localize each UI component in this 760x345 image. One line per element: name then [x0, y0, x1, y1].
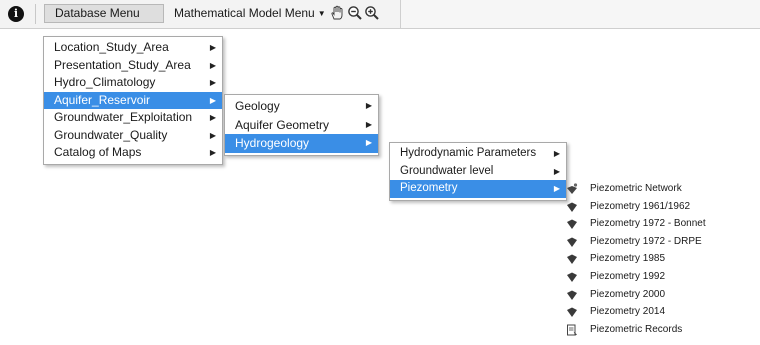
- menu-item-aquifer-reservoir[interactable]: Aquifer_Reservoir ▶: [44, 91, 222, 109]
- database-menu-button[interactable]: Database Menu: [44, 4, 164, 23]
- submenu-arrow-icon: ▶: [553, 166, 560, 176]
- layer-item-label: Piezometry 1992: [590, 270, 666, 282]
- layer-item-piezometric-records[interactable]: Piezometric Records: [562, 321, 760, 339]
- network-icon: [566, 183, 578, 195]
- layer-icon: [566, 201, 578, 213]
- piezometry-layer-list: Piezometric Network Piezometry 1961/1962…: [562, 180, 760, 338]
- submenu-arrow-icon: ▶: [209, 60, 216, 70]
- layer-item-label: Piezometric Records: [590, 323, 683, 335]
- menu-item-label: Hydrogeology: [235, 136, 310, 150]
- submenu-arrow-icon: ▶: [553, 184, 560, 193]
- menu-item-label: Aquifer_Reservoir: [54, 92, 151, 107]
- layer-item-piezometry-1992[interactable]: Piezometry 1992: [562, 268, 760, 286]
- menu-item-label: Groundwater level: [400, 164, 494, 177]
- toolbar: i Database Menu Mathematical Model Menu ▼: [0, 0, 760, 29]
- layer-item-label: Piezometry 2000: [590, 288, 666, 300]
- layer-icon: [566, 289, 578, 301]
- layer-item-label: Piezometry 1985: [590, 253, 666, 265]
- layer-icon: [566, 271, 578, 283]
- menu-item-hydrodynamic-parameters[interactable]: Hydrodynamic Parameters ▶: [390, 145, 566, 163]
- layer-item-label: Piezometry 1972 - Bonnet: [590, 218, 706, 230]
- menu-item-label: Hydro_Climatology: [54, 75, 156, 89]
- layer-item-piezometric-network[interactable]: Piezometric Network: [562, 180, 760, 198]
- layer-item-label: Piezometric Network: [590, 183, 682, 194]
- submenu-arrow-icon: ▶: [209, 78, 216, 87]
- layer-item-label: Piezometry 1972 - DRPE: [590, 235, 702, 247]
- submenu-arrow-icon: ▶: [365, 101, 372, 110]
- menu-item-label: Geology: [235, 99, 280, 113]
- pan-hand-icon[interactable]: [329, 5, 345, 21]
- menu-item-geology[interactable]: Geology ▶: [225, 97, 378, 116]
- toolbar-separator: [35, 4, 36, 24]
- submenu-arrow-icon: ▶: [209, 148, 216, 157]
- menu-item-label: Groundwater_Exploitation: [54, 110, 193, 124]
- aquifer-reservoir-submenu: Geology ▶ Aquifer Geometry ▶ Hydrogeology ▶: [224, 94, 379, 156]
- layer-icon: [566, 218, 578, 230]
- menu-item-location-study-area[interactable]: Location_Study_Area ▶: [44, 39, 222, 57]
- records-icon: [566, 324, 578, 336]
- submenu-arrow-icon: ▶: [209, 95, 216, 105]
- layer-icon: [566, 306, 578, 318]
- layer-item-label: Piezometry 1961/1962: [590, 200, 691, 212]
- layer-icon: [566, 253, 578, 265]
- menu-item-groundwater-exploitation[interactable]: Groundwater_Exploitation ▶: [44, 109, 222, 127]
- layer-icon: [566, 236, 578, 248]
- zoom-out-icon[interactable]: [347, 5, 363, 21]
- menu-item-label: Location_Study_Area: [54, 40, 169, 54]
- layer-item-label: Piezometry 2014: [590, 306, 666, 318]
- submenu-arrow-icon: ▶: [365, 138, 372, 147]
- submenu-arrow-icon: ▶: [553, 149, 560, 158]
- menu-item-label: Presentation_Study_Area: [54, 57, 191, 72]
- layer-item-piezometry-2014[interactable]: Piezometry 2014: [562, 303, 760, 321]
- menu-item-label: Hydrodynamic Parameters: [400, 147, 537, 159]
- submenu-arrow-icon: ▶: [209, 113, 216, 122]
- math-model-menu-button[interactable]: Mathematical Model Menu ▼: [174, 5, 326, 23]
- layer-item-piezometry-1972-bonnet[interactable]: Piezometry 1972 - Bonnet: [562, 215, 760, 233]
- layer-item-piezometry-1972-drpe[interactable]: Piezometry 1972 - DRPE: [562, 233, 760, 251]
- menu-item-groundwater-quality[interactable]: Groundwater_Quality ▶: [44, 127, 222, 145]
- menu-item-hydrogeology[interactable]: Hydrogeology ▶: [225, 134, 378, 153]
- submenu-arrow-icon: ▶: [209, 130, 216, 140]
- zoom-in-icon[interactable]: [364, 5, 380, 21]
- layer-item-piezometry-1985[interactable]: Piezometry 1985: [562, 250, 760, 268]
- layer-item-piezometry-2000[interactable]: Piezometry 2000: [562, 286, 760, 304]
- toolbar-left-panel: i Database Menu Mathematical Model Menu ▼: [0, 0, 401, 28]
- chevron-down-icon: ▼: [317, 9, 326, 19]
- menu-item-piezometry[interactable]: Piezometry ▶: [390, 180, 566, 198]
- info-icon[interactable]: i: [8, 6, 24, 22]
- menu-item-label: Aquifer Geometry: [235, 117, 330, 132]
- database-menu-dropdown: Location_Study_Area ▶ Presentation_Study_…: [43, 36, 223, 165]
- menu-item-label: Catalog of Maps: [54, 145, 142, 159]
- hydrogeology-submenu: Hydrodynamic Parameters ▶ Groundwater lev…: [389, 142, 567, 201]
- menu-item-label: Piezometry: [400, 182, 458, 194]
- menu-item-label: Groundwater_Quality: [54, 127, 168, 142]
- menu-item-hydro-climatology[interactable]: Hydro_Climatology ▶: [44, 74, 222, 92]
- math-model-menu-label: Mathematical Model Menu: [174, 6, 315, 20]
- menu-item-aquifer-geometry[interactable]: Aquifer Geometry ▶: [225, 116, 378, 135]
- layer-item-piezometry-1961-1962[interactable]: Piezometry 1961/1962: [562, 198, 760, 216]
- menu-item-groundwater-level[interactable]: Groundwater level ▶: [390, 163, 566, 181]
- submenu-arrow-icon: ▶: [209, 43, 216, 52]
- menu-item-presentation-study-area[interactable]: Presentation_Study_Area ▶: [44, 57, 222, 75]
- submenu-arrow-icon: ▶: [365, 119, 372, 129]
- menu-item-catalog-of-maps[interactable]: Catalog of Maps ▶: [44, 144, 222, 162]
